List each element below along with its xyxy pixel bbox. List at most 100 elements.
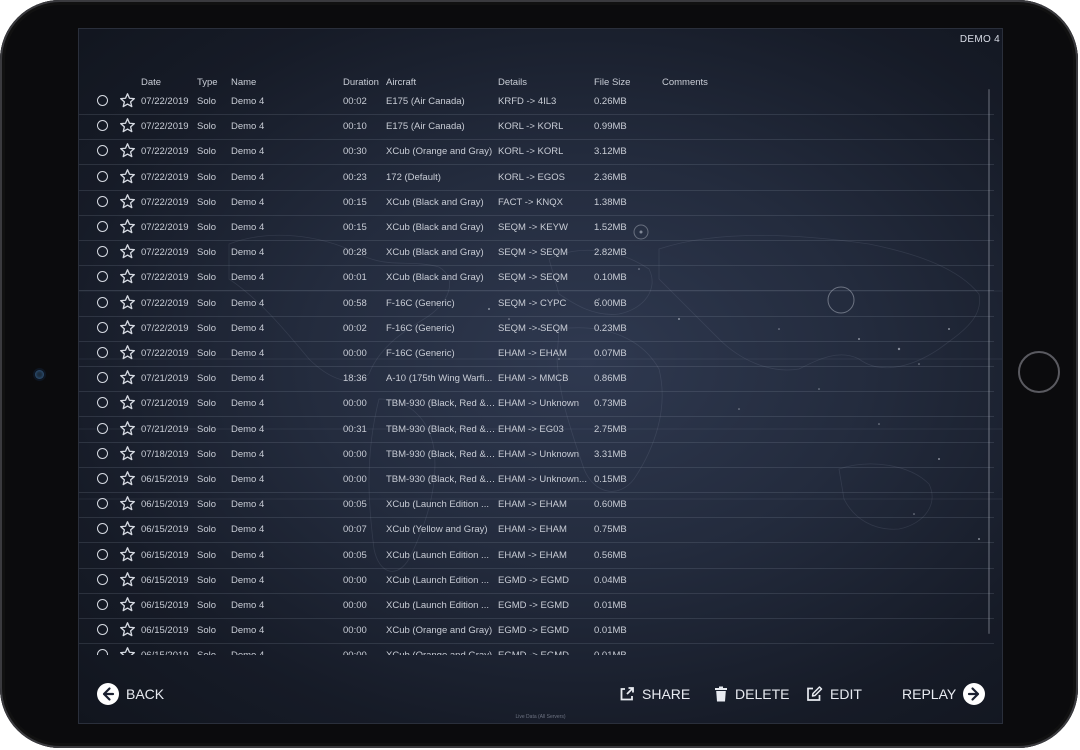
select-radio[interactable] — [97, 145, 108, 157]
column-header-date[interactable]: Date — [141, 77, 161, 88]
column-header-name[interactable]: Name — [231, 77, 256, 88]
flight-row[interactable]: 07/22/2019 Solo Demo 4 00:01 XCub (Black and… — [79, 265, 994, 292]
star-outline-icon[interactable] — [119, 520, 136, 537]
star-outline-icon[interactable] — [119, 571, 136, 588]
flight-type: Solo — [197, 574, 217, 586]
star-outline-icon[interactable] — [119, 218, 136, 235]
select-radio[interactable] — [97, 95, 108, 106]
select-radio[interactable] — [97, 195, 108, 207]
flight-row[interactable]: 06/15/2019 Solo Demo 4 00:00 XCub (Orange an… — [79, 618, 994, 645]
select-radio[interactable] — [97, 321, 108, 333]
flight-row[interactable]: 07/21/2019 Solo Demo 4 18:36 A-10 (175th Win… — [79, 366, 994, 393]
select-radio[interactable] — [97, 447, 108, 459]
column-header-file-size[interactable]: File Size — [594, 77, 630, 88]
select-radio[interactable] — [97, 397, 108, 409]
star-outline-icon[interactable] — [119, 420, 136, 437]
flight-row[interactable]: 07/21/2019 Solo Demo 4 00:00 TBM-930 (Black,… — [79, 391, 994, 418]
select-radio[interactable] — [97, 372, 108, 384]
select-radio[interactable] — [97, 246, 108, 258]
select-radio[interactable] — [97, 649, 108, 655]
flight-date: 06/15/2019 — [141, 574, 189, 586]
star-outline-icon[interactable] — [119, 92, 136, 109]
select-radio[interactable] — [97, 624, 108, 636]
back-button[interactable]: BACK — [97, 683, 164, 705]
select-radio[interactable] — [97, 498, 108, 510]
star-outline-icon[interactable] — [119, 646, 136, 655]
select-radio[interactable] — [97, 473, 108, 484]
select-radio[interactable] — [97, 296, 108, 308]
flight-row[interactable]: 07/21/2019 Solo Demo 4 00:31 TBM-930 (Black,… — [79, 417, 994, 443]
scrollbar[interactable] — [988, 89, 990, 634]
select-radio[interactable] — [97, 170, 108, 182]
flight-date: 07/22/2019 — [141, 146, 189, 158]
star-outline-icon[interactable] — [119, 394, 136, 411]
flight-row[interactable]: 07/22/2019 Solo Demo 4 00:10 E175 (Air Canad… — [79, 114, 994, 141]
star-outline-icon[interactable] — [119, 621, 136, 638]
flight-row[interactable]: 07/22/2019 Solo Demo 4 00:02 F-16C (Generic)… — [79, 316, 994, 342]
flight-row[interactable]: 07/18/2019 Solo Demo 4 00:00 TBM-930 (Black,… — [79, 442, 994, 468]
flight-row[interactable]: 06/15/2019 Solo Demo 4 00:00 TBM-930 (Black,… — [79, 467, 994, 493]
flight-name: Demo 4 — [231, 348, 265, 359]
flight-row[interactable]: 07/22/2019 Solo Demo 4 00:15 XCub (Black and… — [79, 190, 994, 216]
star-outline-icon[interactable] — [119, 344, 136, 361]
share-button[interactable]: SHARE — [619, 683, 690, 705]
star-outline-icon[interactable] — [119, 168, 136, 185]
flight-name: Demo 4 — [231, 322, 265, 334]
select-radio[interactable] — [97, 599, 108, 610]
home-button[interactable] — [1018, 351, 1060, 393]
star-outline-icon[interactable] — [119, 546, 136, 563]
flight-duration: 00:02 — [343, 322, 367, 334]
column-header-details[interactable]: Details — [498, 77, 527, 88]
flight-row[interactable]: 06/15/2019 Solo Demo 4 00:00 XCub (Launch Ed… — [79, 568, 994, 594]
flight-file-size: 0.07MB — [594, 348, 627, 359]
flight-row[interactable]: 07/22/2019 Solo Demo 4 00:58 F-16C (Generic)… — [79, 291, 994, 317]
select-radio[interactable] — [97, 422, 108, 434]
star-outline-icon[interactable] — [119, 117, 136, 134]
flight-row[interactable]: 07/22/2019 Solo Demo 4 00:23 172 (Default) KO… — [79, 165, 994, 191]
star-outline-icon[interactable] — [119, 495, 136, 512]
select-radio[interactable] — [97, 548, 108, 560]
star-outline-icon[interactable] — [119, 193, 136, 210]
delete-button[interactable]: DELETE — [714, 683, 789, 705]
flight-date: 06/15/2019 — [141, 524, 189, 536]
edit-button[interactable]: EDIT — [806, 683, 862, 705]
star-outline-icon[interactable] — [119, 369, 136, 386]
star-outline-icon[interactable] — [119, 294, 136, 311]
star-outline-icon[interactable] — [119, 243, 136, 260]
star-outline-icon[interactable] — [119, 319, 136, 336]
flight-row[interactable]: 06/15/2019 Solo Demo 4 00:00 XCub (Orange an… — [79, 643, 994, 655]
flight-row[interactable]: 06/15/2019 Solo Demo 4 00:07 XCub (Yellow an… — [79, 517, 994, 544]
select-radio[interactable] — [97, 221, 108, 232]
flight-row[interactable]: 07/22/2019 Solo Demo 4 00:28 XCub (Black and… — [79, 240, 994, 267]
star-outline-icon[interactable] — [119, 268, 136, 285]
column-header-aircraft[interactable]: Aircraft — [386, 77, 416, 88]
select-radio[interactable] — [97, 271, 108, 283]
star-outline-icon[interactable] — [119, 470, 136, 487]
flight-type: Solo — [197, 121, 217, 133]
flight-duration: 00:23 — [343, 171, 367, 183]
replay-button[interactable]: REPLAY — [902, 683, 986, 705]
select-radio[interactable] — [97, 523, 108, 535]
flight-details: EHAM -> EHAM — [498, 524, 567, 536]
flight-aircraft: 172 (Default) — [386, 171, 441, 183]
flight-row[interactable]: 06/15/2019 Solo Demo 4 00:00 XCub (Launch Ed… — [79, 593, 994, 619]
flight-details: EGMD -> EGMD — [498, 600, 569, 611]
flight-row[interactable]: 07/22/2019 Solo Demo 4 00:00 F-16C (Generic)… — [79, 341, 994, 367]
flight-row[interactable]: 06/15/2019 Solo Demo 4 00:05 XCub (Launch Ed… — [79, 543, 994, 569]
star-outline-icon[interactable] — [119, 445, 136, 462]
select-radio[interactable] — [97, 120, 108, 132]
column-header-comments[interactable]: Comments — [662, 77, 708, 88]
star-outline-icon[interactable] — [119, 142, 136, 159]
flight-row[interactable]: 07/22/2019 Solo Demo 4 00:02 E175 (Air Canad… — [79, 89, 994, 115]
flight-row[interactable]: 06/15/2019 Solo Demo 4 00:05 XCub (Launch Ed… — [79, 492, 994, 519]
flight-details: KORL -> KORL — [498, 146, 564, 158]
column-header-duration[interactable]: Duration — [343, 77, 379, 88]
server-status-note: Live Data (All Servers) — [515, 714, 566, 720]
star-outline-icon[interactable] — [119, 596, 136, 613]
flight-row[interactable]: 07/22/2019 Solo Demo 4 00:30 XCub (Orange an… — [79, 139, 994, 166]
flight-row[interactable]: 07/22/2019 Solo Demo 4 00:15 XCub (Black and… — [79, 215, 994, 241]
select-radio[interactable] — [97, 573, 108, 585]
select-radio[interactable] — [97, 347, 108, 358]
flight-type: Solo — [197, 146, 217, 158]
column-header-type[interactable]: Type — [197, 77, 218, 88]
